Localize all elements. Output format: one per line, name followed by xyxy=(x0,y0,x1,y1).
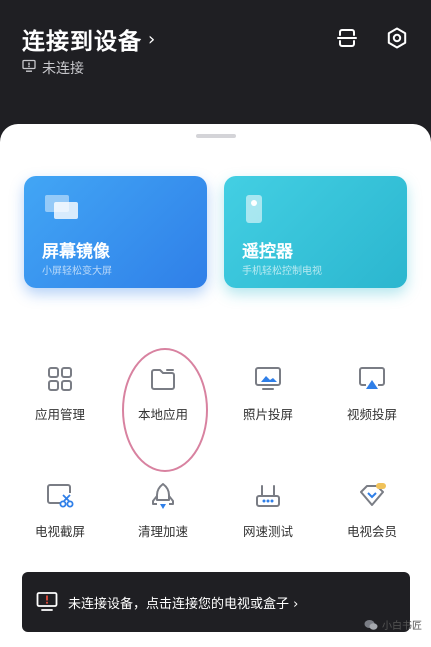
remote-icon xyxy=(244,194,264,228)
monitor-icon xyxy=(22,59,36,77)
tv-alert-icon xyxy=(36,591,58,613)
watermark-text: 小白书匠 xyxy=(382,621,422,632)
drag-handle[interactable] xyxy=(196,134,236,138)
grid-label: 本地应用 xyxy=(137,407,188,422)
watermark: 小白书匠 xyxy=(364,617,422,632)
page-title: 连接到设备 xyxy=(22,29,142,55)
grid-label: 应用管理 xyxy=(34,407,85,422)
grid-item-app-manage[interactable]: 应用管理 xyxy=(10,364,110,454)
card-title: 屏幕镜像 xyxy=(42,242,110,262)
video-cast-icon xyxy=(357,364,387,394)
connect-device-title-button[interactable]: 连接到设备 › xyxy=(22,22,155,56)
grid-label: 电视截屏 xyxy=(34,524,85,539)
grid-label: 电视会员 xyxy=(346,524,397,539)
screen-mirror-card[interactable]: 屏幕镜像 小屏轻松变大屏 xyxy=(24,176,207,288)
photo-cast-icon xyxy=(253,364,283,394)
main-sheet: 屏幕镜像 小屏轻松变大屏 遥控器 手机轻松控制电视 应用管理 本地应用 照片投屏… xyxy=(0,124,431,647)
card-subtitle: 小屏轻松变大屏 xyxy=(42,266,112,277)
top-header: 连接到设备 › 未连接 xyxy=(0,0,431,125)
router-icon xyxy=(253,481,283,511)
rocket-icon xyxy=(148,481,178,511)
screenshot-scissors-icon xyxy=(45,481,75,511)
grid-item-speed-test[interactable]: 网速测试 xyxy=(218,481,318,571)
banner-text: 未连接设备，点击连接您的电视或盒子 › xyxy=(68,596,299,612)
grid-item-video-cast[interactable]: 视频投屏 xyxy=(322,364,422,454)
grid-label: 视频投屏 xyxy=(346,407,397,422)
status-text: 未连接 xyxy=(42,61,84,77)
vip-diamond-icon xyxy=(357,481,387,511)
card-subtitle: 手机轻松控制电视 xyxy=(242,266,322,277)
remote-control-card[interactable]: 遥控器 手机轻松控制电视 xyxy=(224,176,407,288)
scan-button[interactable] xyxy=(333,24,361,52)
wechat-icon xyxy=(364,619,378,630)
connect-device-banner[interactable]: 未连接设备，点击连接您的电视或盒子 › xyxy=(22,572,410,632)
folder-icon xyxy=(148,364,178,394)
card-title: 遥控器 xyxy=(242,242,293,262)
app-grid-icon xyxy=(45,364,75,394)
grid-item-tv-screenshot[interactable]: 电视截屏 xyxy=(10,481,110,571)
grid-label: 清理加速 xyxy=(137,524,188,539)
grid-item-local-apps[interactable]: 本地应用 xyxy=(113,364,213,454)
grid-item-photo-cast[interactable]: 照片投屏 xyxy=(218,364,318,454)
settings-gear-icon xyxy=(387,27,407,49)
grid-item-tv-vip[interactable]: 电视会员 xyxy=(322,481,422,571)
grid-item-cleanup[interactable]: 清理加速 xyxy=(113,481,213,571)
grid-label: 网速测试 xyxy=(242,524,293,539)
connection-status: 未连接 xyxy=(22,58,84,78)
scan-icon xyxy=(337,29,357,47)
screen-mirror-icon xyxy=(44,194,80,224)
grid-label: 照片投屏 xyxy=(242,407,293,422)
chevron-right-icon: › xyxy=(148,28,156,50)
settings-button[interactable] xyxy=(383,24,411,52)
